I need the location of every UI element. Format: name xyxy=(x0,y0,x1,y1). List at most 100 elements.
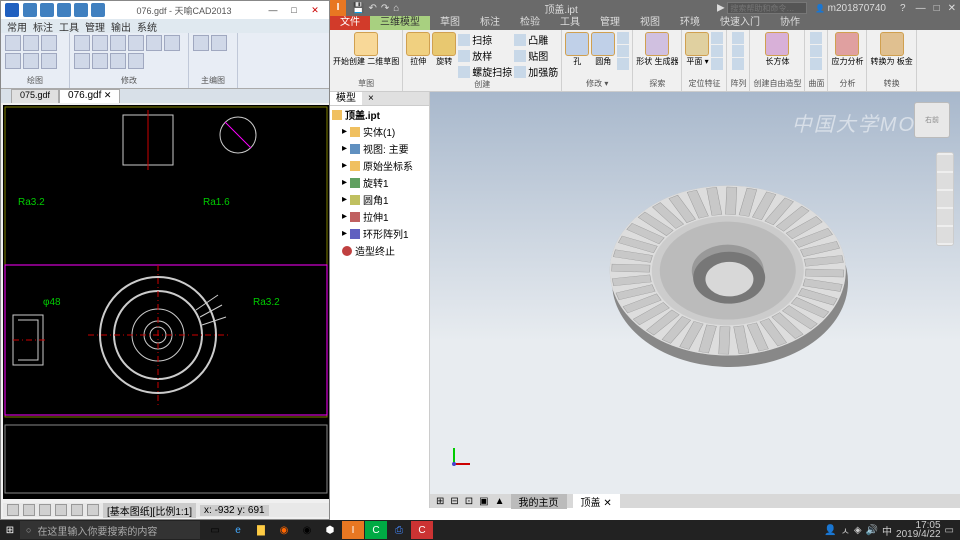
edit-icon[interactable] xyxy=(74,35,90,51)
copy-icon[interactable] xyxy=(128,35,144,51)
qat-home-icon[interactable]: ⌂ xyxy=(393,3,399,14)
trim-icon[interactable] xyxy=(810,58,822,70)
close-button[interactable]: ✕ xyxy=(944,3,960,14)
edge-icon[interactable]: e xyxy=(227,521,249,539)
pattern-rect-icon[interactable] xyxy=(732,32,744,44)
tab-view[interactable]: 视图 xyxy=(630,16,670,30)
thread-icon[interactable] xyxy=(617,58,629,70)
qat-open-icon[interactable] xyxy=(40,3,54,17)
view-ico[interactable]: ⊡ xyxy=(465,496,473,507)
ucs-icon[interactable] xyxy=(711,58,723,70)
shell-icon[interactable] xyxy=(617,32,629,44)
tycad-menubar[interactable]: 常用 标注 工具 管理 输出 系统 xyxy=(1,19,329,33)
tab-file[interactable]: 文件 xyxy=(330,16,370,30)
point-icon[interactable] xyxy=(711,45,723,57)
tab-env[interactable]: 环境 xyxy=(670,16,710,30)
app-icon[interactable]: C xyxy=(411,521,433,539)
hole-button[interactable]: 孔 xyxy=(565,32,589,66)
array-icon[interactable] xyxy=(92,53,108,69)
tab-getstarted[interactable]: 快速入门 xyxy=(710,16,770,30)
tab-3dmodel[interactable]: 三维模型 xyxy=(370,16,430,30)
menu-item[interactable]: 系统 xyxy=(137,19,157,33)
tree-root[interactable]: 顶盖.ipt xyxy=(330,106,429,123)
coil-button[interactable]: 螺旋扫掠 xyxy=(458,64,512,79)
tree-close[interactable]: × xyxy=(362,92,380,105)
osnap-icon[interactable] xyxy=(55,504,67,516)
taskview-icon[interactable]: ▭ xyxy=(204,521,226,539)
menu-item[interactable]: 输出 xyxy=(111,19,131,33)
tray-up-icon[interactable]: ㅅ xyxy=(841,523,850,538)
surface-icon[interactable] xyxy=(810,32,822,44)
explorer-icon[interactable]: ▇ xyxy=(250,521,272,539)
search-field[interactable]: ▶ xyxy=(717,2,807,14)
tycad-qat[interactable] xyxy=(23,3,105,17)
inventor-viewport[interactable]: 中国大学MOOC 右前 xyxy=(430,92,960,508)
layer-icon[interactable] xyxy=(193,35,209,51)
tree-item[interactable]: ▸视图: 主要 xyxy=(330,140,429,157)
menu-item[interactable]: 工具 xyxy=(59,19,79,33)
viewcube[interactable]: 右前 xyxy=(914,102,950,138)
start-button[interactable]: ⊞ xyxy=(0,520,20,540)
notifications-icon[interactable]: ▭ xyxy=(945,525,954,536)
view-ico[interactable]: ⊞ xyxy=(436,496,444,507)
draft-icon[interactable] xyxy=(617,45,629,57)
inventor-qat[interactable]: 💾 ↶ ↷ ⌂ xyxy=(346,3,405,14)
maximize-button[interactable]: □ xyxy=(930,3,944,14)
inventor-icon[interactable]: I xyxy=(342,521,364,539)
tray-ime-icon[interactable]: 中 xyxy=(882,523,892,538)
pan-icon[interactable] xyxy=(937,191,953,207)
system-tray[interactable]: 👤 ㅅ ◈ 🔊 中 17:052019/4/22 ▭ xyxy=(818,521,960,539)
grid-icon[interactable] xyxy=(23,504,35,516)
maximize-button[interactable]: □ xyxy=(284,3,304,17)
tree-item[interactable]: ▸原始坐标系 xyxy=(330,157,429,174)
zoom-icon[interactable] xyxy=(937,209,953,225)
qat-undo-icon[interactable] xyxy=(74,3,88,17)
qat-redo-icon[interactable]: ↷ xyxy=(381,3,389,14)
nav-bar[interactable] xyxy=(936,152,954,246)
orbit-icon[interactable] xyxy=(937,173,953,189)
extrude-button[interactable]: 拉伸 xyxy=(406,32,430,66)
tab-manage[interactable]: 管理 xyxy=(590,16,630,30)
move-icon[interactable] xyxy=(110,35,126,51)
patch-icon[interactable] xyxy=(810,45,822,57)
inventor-doc-tabs[interactable]: ⊞ ⊟ ⊡ ▣ ▲ 我的主页 顶盖 ✕ xyxy=(430,494,960,508)
mirror-icon[interactable] xyxy=(732,58,744,70)
tab-annotate[interactable]: 标注 xyxy=(470,16,510,30)
doc-tab[interactable]: 顶盖 ✕ xyxy=(573,494,620,509)
qat-undo-icon[interactable]: ↶ xyxy=(368,3,376,14)
doc-tab[interactable]: 我的主页 xyxy=(511,494,567,509)
emboss-button[interactable]: 凸雕 xyxy=(514,32,558,47)
sweep-button[interactable]: 扫掠 xyxy=(458,32,512,47)
tab-sketch[interactable]: 草图 xyxy=(430,16,470,30)
rotate-icon[interactable] xyxy=(164,35,180,51)
props-icon[interactable] xyxy=(211,35,227,51)
close-button[interactable]: ✕ xyxy=(305,3,325,17)
user-label[interactable]: 👤 m201870740 xyxy=(807,3,894,14)
search-input[interactable] xyxy=(727,2,807,14)
model-browser[interactable]: 模型× 顶盖.ipt ▸实体(1) ▸视图: 主要 ▸原始坐标系 ▸旋转1 ▸圆… xyxy=(330,92,430,508)
sketch-button[interactable]: 开始创建 二维草图 xyxy=(333,32,399,66)
tab-collab[interactable]: 协作 xyxy=(770,16,810,30)
taskbar-clock[interactable]: 17:052019/4/22 xyxy=(896,521,941,539)
box-button[interactable]: 长方体 xyxy=(765,32,789,66)
tree-item[interactable]: ▸环形阵列1 xyxy=(330,225,429,242)
chamfer-icon[interactable] xyxy=(128,53,144,69)
view-ico[interactable]: ▣ xyxy=(479,496,488,507)
tree-item[interactable]: ▸旋转1 xyxy=(330,174,429,191)
tree-item[interactable]: ▸拉伸1 xyxy=(330,208,429,225)
chrome-icon[interactable]: ◉ xyxy=(296,521,318,539)
axis-icon[interactable] xyxy=(711,32,723,44)
taskbar-search[interactable]: ○ 在这里输入你要搜索的内容 xyxy=(20,521,200,539)
line-icon[interactable] xyxy=(5,35,21,51)
tree-item[interactable]: ▸圆角1 xyxy=(330,191,429,208)
tree-item[interactable]: 造型终止 xyxy=(330,242,429,259)
tycad-doc-tabs[interactable]: 075.gdf 076.gdf ✕ xyxy=(1,89,329,103)
tray-people-icon[interactable]: 👤 xyxy=(824,525,836,536)
plane-button[interactable]: 平面 ▾ xyxy=(685,32,709,66)
tray-volume-icon[interactable]: 🔊 xyxy=(866,525,878,536)
spline-icon[interactable] xyxy=(41,53,57,69)
convert-button[interactable]: 转换为 板金 xyxy=(870,32,912,66)
tab-inspect[interactable]: 检验 xyxy=(510,16,550,30)
home-icon[interactable] xyxy=(937,155,953,171)
tab-close-icon[interactable]: ✕ xyxy=(603,498,611,509)
